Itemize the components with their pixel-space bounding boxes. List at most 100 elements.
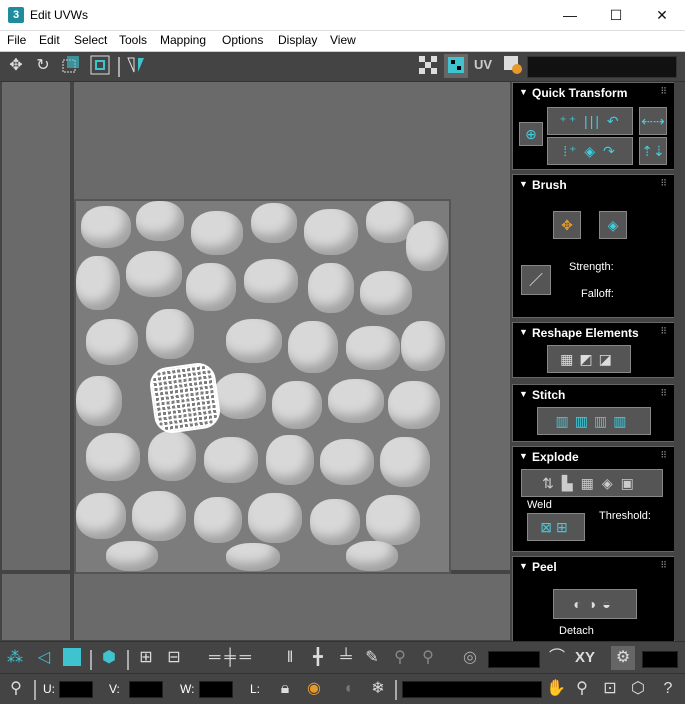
filter-dropdown[interactable] — [402, 681, 542, 698]
w-field[interactable] — [199, 681, 233, 698]
u-field[interactable] — [59, 681, 93, 698]
menu-bar: File Edit Select Tools Mapping Options D… — [0, 31, 685, 52]
menu-select[interactable]: Select — [74, 33, 107, 47]
rollout-title[interactable]: Brush — [532, 178, 567, 192]
close-button[interactable]: ✕ — [639, 0, 685, 30]
menu-tools[interactable]: Tools — [119, 33, 147, 47]
paint-select-shrink-icon[interactable]: ⚲ — [416, 646, 440, 670]
absolute-offset-icon[interactable]: ⚲ — [4, 677, 28, 701]
falloff-curve-icon[interactable]: ⌒ — [545, 646, 569, 670]
threshold-label: Threshold: — [599, 510, 651, 522]
rollout-title[interactable]: Peel — [532, 560, 557, 574]
freeze-icon[interactable]: ❄ — [366, 677, 390, 701]
face-mode-icon[interactable] — [60, 646, 84, 670]
eye-icon[interactable]: ◉ — [302, 677, 326, 701]
break-buttons[interactable]: ⇅▙▦◈▣ — [521, 469, 663, 497]
paint-move-icon[interactable]: ✥ — [553, 211, 581, 239]
grip-icon[interactable]: ⠿ — [660, 388, 667, 399]
texture-dropdown[interactable] — [527, 56, 677, 78]
shrink-selection-icon[interactable]: ⊟ — [162, 646, 186, 670]
lock-icon[interactable]: 🔒︎ — [273, 677, 297, 701]
peel-buttons[interactable]: ◐◑◒ — [553, 589, 637, 619]
grip-icon[interactable]: ⠿ — [660, 450, 667, 461]
grow-selection-icon[interactable]: ⊞ — [134, 646, 158, 670]
menu-mapping[interactable]: Mapping — [160, 33, 206, 47]
falloff-label: Falloff: — [581, 288, 614, 300]
paint-select-grow-icon[interactable]: ⚲ — [388, 646, 412, 670]
grip-icon[interactable]: ⠿ — [660, 560, 667, 571]
grip-icon[interactable]: ⠿ — [660, 178, 667, 189]
strength-label: Strength: — [569, 261, 614, 273]
edge-mode-icon[interactable]: ◁ — [32, 646, 56, 670]
zoom-icon[interactable]: ⚲ — [570, 677, 594, 701]
loop-grow-icon[interactable]: ╋ — [306, 646, 330, 670]
zoom-region-icon[interactable]: ⊡ — [598, 677, 622, 701]
space-vertical-button[interactable]: ⇡⇣ — [639, 137, 667, 165]
space-horizontal-button[interactable]: ⇠⇢ — [639, 107, 667, 135]
status-toolbar: ⚲ U: V: W: L: 🔒︎ ◉ ◖ ❄ ✋ ⚲ ⊡ ⬡ ? — [0, 673, 685, 704]
checker-icon[interactable] — [416, 54, 440, 78]
soft-selection-icon[interactable]: ◎ — [458, 646, 482, 670]
snap-field[interactable] — [642, 651, 678, 668]
vertex-mode-icon[interactable]: ⁂ — [3, 646, 27, 670]
rollout-explode: ▼ Explode ⠿ ⇅▙▦◈▣ Weld Threshold: ⊠⊞ — [512, 446, 675, 552]
loop-ring-icons[interactable]: ═╪═ — [192, 646, 272, 670]
zoom-extents-icon[interactable]: ⬡ — [626, 677, 650, 701]
falloff-field[interactable] — [488, 651, 540, 668]
straighten-selection-button[interactable]: ▦◩◪ — [547, 345, 631, 373]
rollout-quick-transform: ▼ Quick Transform ⠿ ⊕ ⁺⁺ ||| ↶ ⁞⁺ ◈ ↷ ⇠⇢… — [512, 82, 675, 170]
rollout-peel: ▼ Peel ⠿ ◐◑◒ Detach — [512, 556, 675, 642]
menu-options[interactable]: Options — [222, 33, 263, 47]
help-icon[interactable]: ? — [656, 677, 680, 701]
menu-edit[interactable]: Edit — [39, 33, 60, 47]
align-horizontal-button[interactable]: ⁺⁺ ||| ↶ — [547, 107, 633, 135]
brush-falloff-icon[interactable]: ／ — [521, 265, 551, 295]
hide-icon[interactable]: ◖ — [336, 677, 360, 701]
v-field[interactable] — [129, 681, 163, 698]
uv-viewport[interactable] — [2, 82, 510, 640]
menu-display[interactable]: Display — [278, 33, 317, 47]
menu-view[interactable]: View — [330, 33, 356, 47]
rollout-title[interactable]: Explode — [532, 450, 579, 464]
element-mode-icon[interactable]: ⬢ — [97, 646, 121, 670]
uv-display-icon[interactable]: UV — [474, 57, 492, 72]
settings-icon[interactable] — [501, 54, 525, 78]
paint-select-icon[interactable]: ✎ — [360, 646, 384, 670]
scale-icon[interactable] — [59, 54, 83, 78]
freeform-icon[interactable] — [88, 54, 112, 78]
rotate-icon[interactable]: ↻ — [31, 54, 55, 78]
v-label: V: — [109, 682, 120, 696]
ring-icon[interactable]: ‖ — [278, 646, 302, 670]
weld-label: Weld — [527, 499, 552, 511]
stitch-buttons[interactable]: ▥▥▥▥ — [537, 407, 651, 435]
texture-background — [74, 199, 451, 574]
collapse-arrow-icon[interactable]: ▼ — [519, 87, 528, 97]
grip-icon[interactable]: ⠿ — [660, 326, 667, 337]
snap-icon[interactable]: ⚙ — [611, 646, 635, 670]
grip-icon[interactable]: ⠿ — [660, 86, 667, 97]
panel-scrollbar[interactable] — [674, 82, 684, 640]
minimize-button[interactable]: — — [547, 0, 593, 30]
align-vertical-button[interactable]: ⁞⁺ ◈ ↷ — [547, 137, 633, 165]
mirror-icon[interactable] — [124, 54, 148, 78]
collapse-arrow-icon[interactable]: ▼ — [519, 327, 528, 337]
weld-buttons[interactable]: ⊠⊞ — [527, 513, 585, 541]
collapse-arrow-icon[interactable]: ▼ — [519, 561, 528, 571]
collapse-arrow-icon[interactable]: ▼ — [519, 179, 528, 189]
rollout-title[interactable]: Reshape Elements — [532, 326, 639, 340]
rollout-title[interactable]: Stitch — [532, 388, 565, 402]
relax-brush-icon[interactable]: ◈ — [599, 211, 627, 239]
collapse-arrow-icon[interactable]: ▼ — [519, 451, 528, 461]
uv-island-wireframe[interactable] — [147, 360, 223, 436]
xy-label[interactable]: XY — [575, 649, 595, 666]
move-icon[interactable]: ✥ — [4, 54, 28, 78]
texture-map-icon[interactable] — [444, 54, 468, 78]
toolbar-separator — [395, 680, 397, 700]
quick-planar-button[interactable]: ⊕ — [519, 122, 543, 146]
rollout-title[interactable]: Quick Transform — [532, 86, 627, 100]
pan-icon[interactable]: ✋ — [544, 677, 568, 701]
select-by-icon[interactable]: ╧ — [334, 646, 358, 670]
menu-file[interactable]: File — [7, 33, 26, 47]
collapse-arrow-icon[interactable]: ▼ — [519, 389, 528, 399]
maximize-button[interactable]: ☐ — [593, 0, 639, 30]
